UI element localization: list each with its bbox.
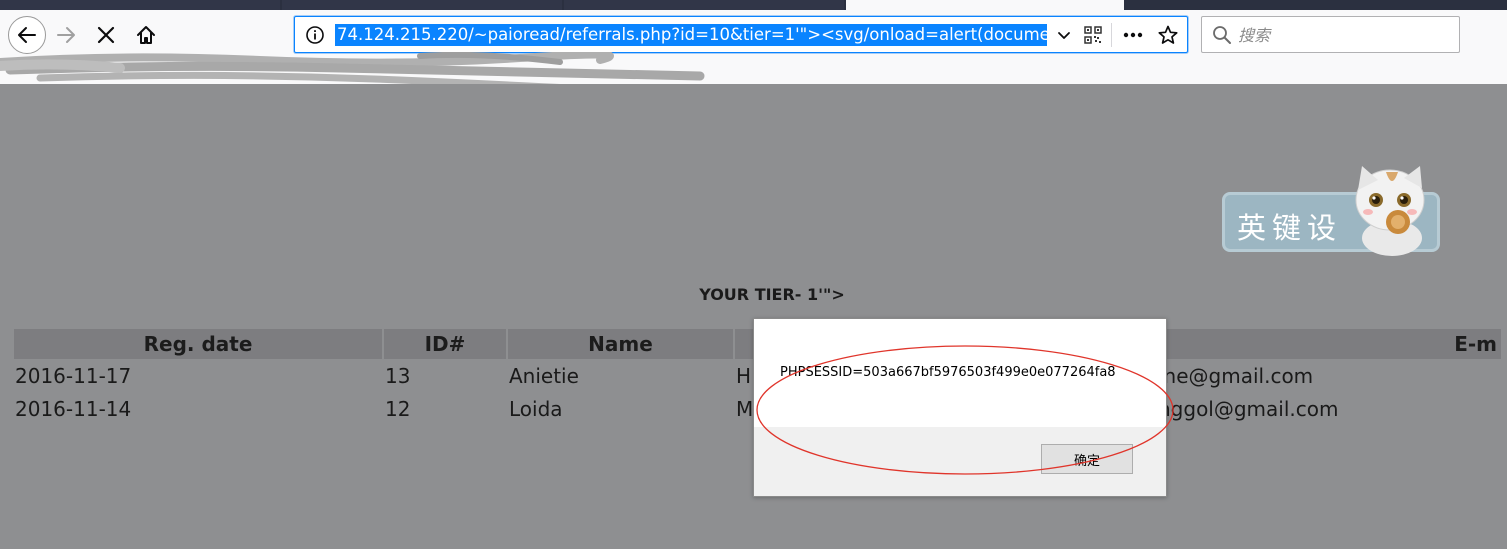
cell-name: Anietie xyxy=(509,363,579,388)
qr-code-icon[interactable] xyxy=(1083,25,1103,45)
cell-name: Loida xyxy=(509,396,563,421)
back-button[interactable] xyxy=(8,16,46,54)
stop-x-icon xyxy=(97,26,115,44)
address-bar[interactable]: 74.124.215.220/~paioread/referrals.php?i… xyxy=(294,16,1188,53)
toolbar-separator xyxy=(1111,23,1112,47)
forward-button[interactable] xyxy=(48,17,84,53)
browser-tab[interactable] xyxy=(282,0,562,10)
cell-id: 12 xyxy=(385,396,411,421)
cell-email: ine@gmail.com xyxy=(1158,363,1314,388)
tab-strip xyxy=(0,0,1507,10)
url-text[interactable]: 74.124.215.220/~paioread/referrals.php?i… xyxy=(335,24,1047,46)
column-header-id[interactable]: ID# xyxy=(384,329,506,359)
column-header-email[interactable]: E-m xyxy=(1157,329,1501,359)
back-arrow-icon xyxy=(18,27,36,43)
ime-label: 英键设 xyxy=(1237,211,1343,245)
tier-heading: YOUR TIER- 1'"> xyxy=(699,285,845,304)
forward-arrow-icon xyxy=(57,27,75,43)
browser-tab[interactable] xyxy=(0,0,280,10)
browser-tab[interactable] xyxy=(564,0,844,10)
star-icon[interactable] xyxy=(1157,24,1179,46)
browser-tab-active[interactable] xyxy=(846,0,1124,10)
chevron-down-icon[interactable] xyxy=(1055,26,1073,44)
cell-email: nggol@gmail.com xyxy=(1158,396,1339,421)
home-icon xyxy=(137,26,155,44)
search-box[interactable] xyxy=(1201,16,1460,53)
cat-mascot-icon xyxy=(1355,166,1425,256)
search-icon xyxy=(1213,26,1231,44)
search-input[interactable] xyxy=(1238,23,1448,47)
cell-reg-date: 2016-11-17 xyxy=(15,363,132,388)
more-dots-icon[interactable] xyxy=(1121,25,1145,45)
stop-button[interactable] xyxy=(88,17,124,53)
highlight-ellipse-annotation xyxy=(756,345,1174,475)
column-header-name[interactable]: Name xyxy=(508,329,733,359)
ime-status-widget[interactable]: 英键设 xyxy=(1222,160,1442,256)
info-icon[interactable] xyxy=(305,25,325,45)
column-header-reg-date[interactable]: Reg. date xyxy=(14,329,382,359)
home-button[interactable] xyxy=(128,17,164,53)
cell-reg-date: 2016-11-14 xyxy=(15,396,132,421)
cell-id: 13 xyxy=(385,363,411,388)
